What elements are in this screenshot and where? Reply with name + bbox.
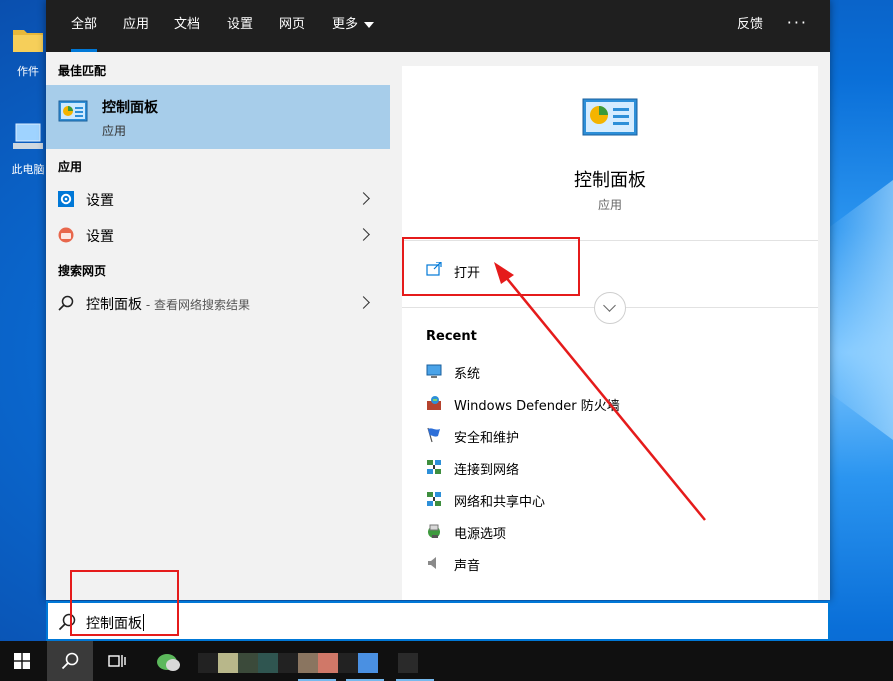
annotation-arrow (494, 262, 706, 521)
